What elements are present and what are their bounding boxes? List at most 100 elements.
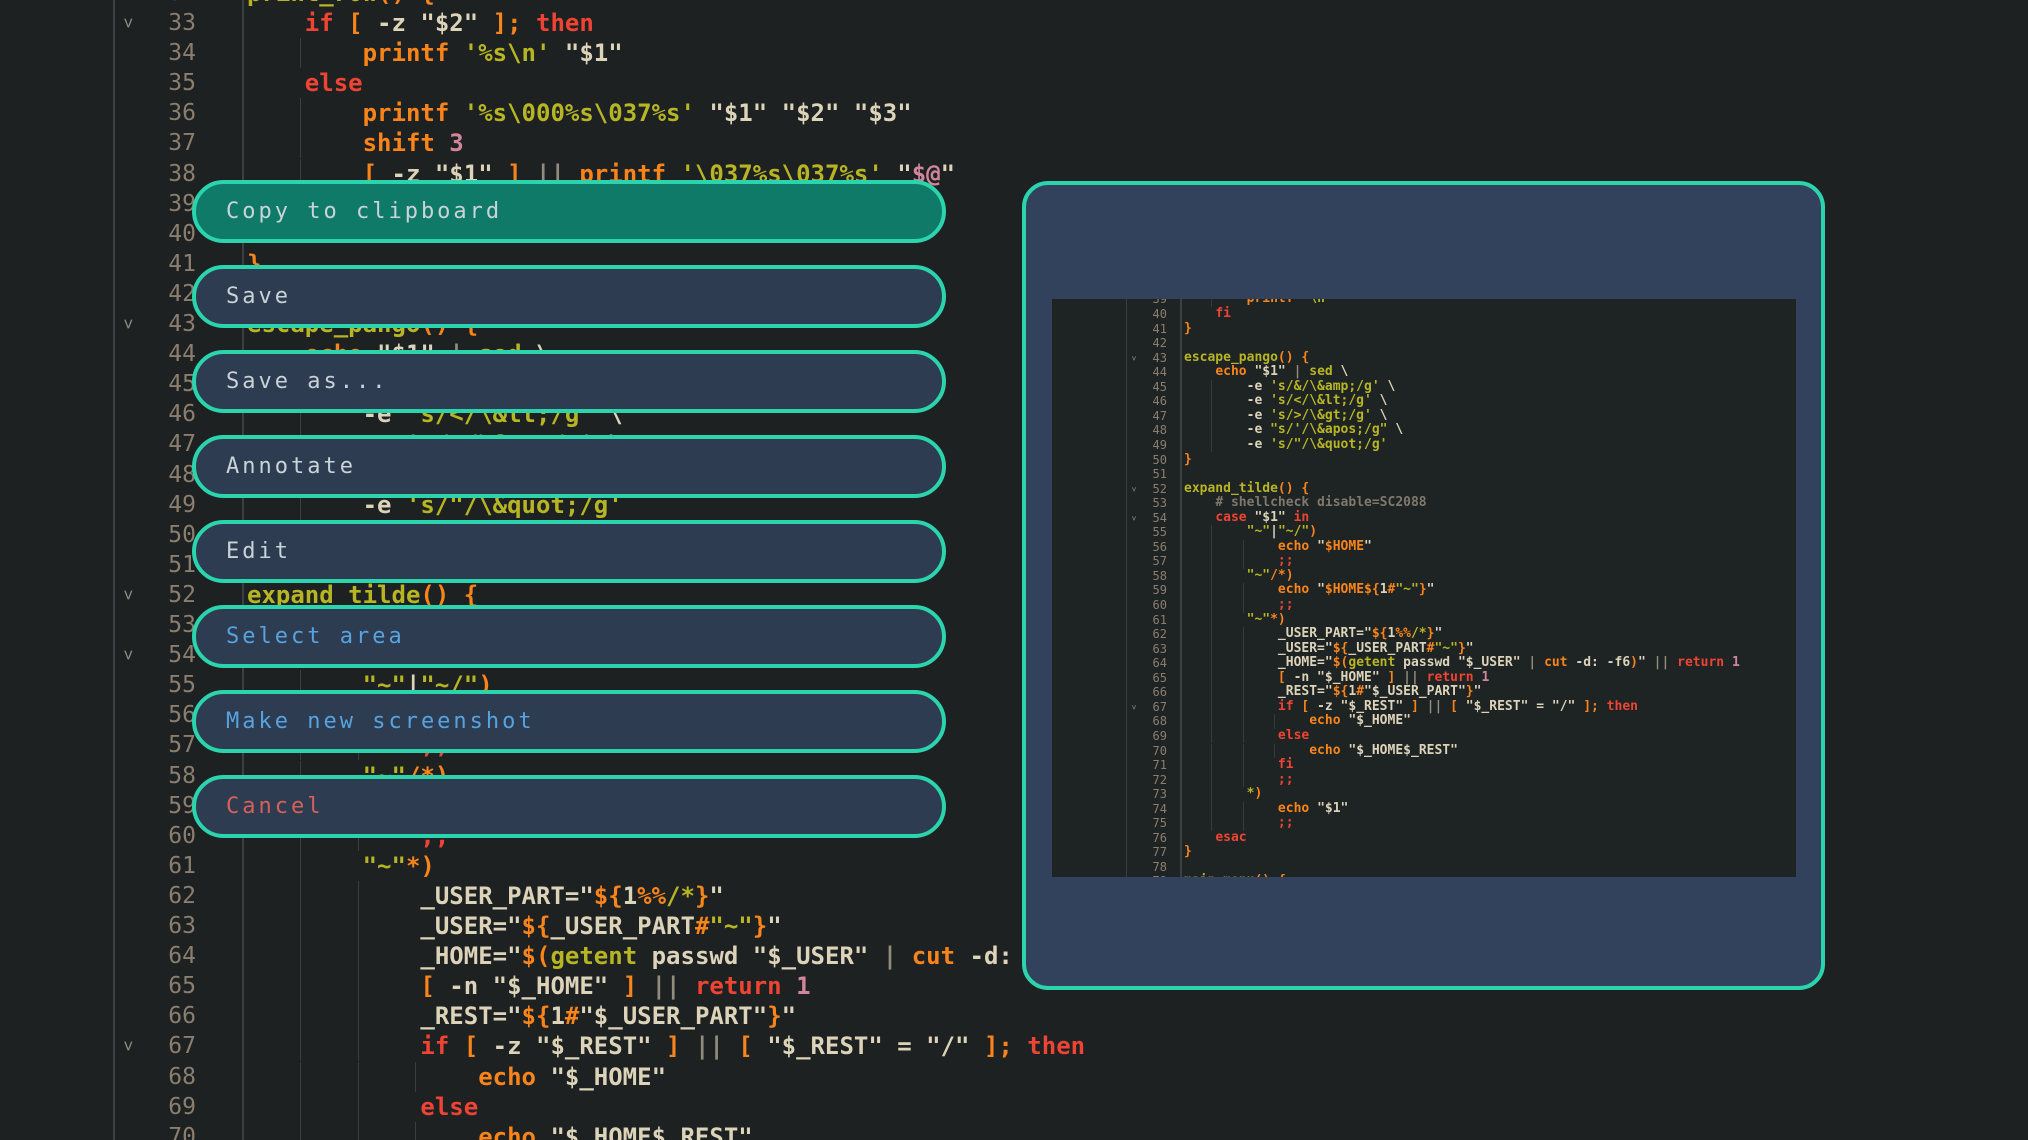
line-number: 64 <box>138 941 196 971</box>
line-number: 47 <box>1110 409 1167 424</box>
line-number: 50 <box>138 520 196 550</box>
code-line: 68 echo "$_HOME" <box>1052 714 1796 729</box>
code-text: else <box>247 68 363 98</box>
line-number: 63 <box>1110 642 1167 657</box>
code-line: 48 -e "s/'/\&apos;/g" \ <box>1052 423 1796 438</box>
line-number: 62 <box>138 881 196 911</box>
line-number: 51 <box>1110 467 1167 482</box>
line-number: 46 <box>138 399 196 429</box>
line-number: 68 <box>138 1062 196 1092</box>
code-text: "~"/*) <box>1184 569 1294 584</box>
line-number: 40 <box>1110 307 1167 322</box>
code-text: case "$1" in <box>1184 511 1309 526</box>
code-text: echo "$1" | sed \ <box>1184 365 1348 380</box>
code-text: main_menu() { <box>1184 874 1286 877</box>
line-number: 61 <box>1110 613 1167 628</box>
line-number: 78 <box>1110 860 1167 875</box>
line-number: 59 <box>1110 583 1167 598</box>
menu-item-annotate[interactable]: Annotate <box>192 435 946 498</box>
menu-item-save-as[interactable]: Save as... <box>192 350 946 413</box>
line-number: 71 <box>1110 758 1167 773</box>
line-number: 55 <box>138 670 196 700</box>
code-text: echo "$_HOME" <box>247 1062 666 1092</box>
line-number: 43 <box>1110 351 1167 366</box>
code-line: 41} <box>1052 322 1796 337</box>
code-text: -e 's/"/\&quot;/g' <box>1184 438 1388 453</box>
code-line: 65 [ -n "$_HOME" ] || return 1 <box>1052 671 1796 686</box>
editor-left-edge-line <box>113 0 115 1140</box>
screenshot-preview-panel: 39 printf '\n'40 fi41}42>43escape_pango(… <box>1022 181 1825 990</box>
code-line: 49 -e 's/"/\&quot;/g' <box>1052 438 1796 453</box>
code-text: # shellcheck disable=SC2088 <box>1184 496 1427 511</box>
screenshot-thumbnail: 39 printf '\n'40 fi41}42>43escape_pango(… <box>1052 299 1796 877</box>
line-number: 42 <box>1110 336 1167 351</box>
code-line: 32print_row() { <box>0 0 2028 8</box>
code-text: else <box>1184 729 1309 744</box>
code-line: 61 "~"*) <box>1052 613 1796 628</box>
thumbnail-code: 39 printf '\n'40 fi41}42>43escape_pango(… <box>1052 299 1796 877</box>
line-number: 62 <box>1110 627 1167 642</box>
code-line: 53 # shellcheck disable=SC2088 <box>1052 496 1796 511</box>
line-number: 53 <box>138 610 196 640</box>
code-text: "~"|"~/") <box>1184 525 1317 540</box>
code-line: 62 _USER_PART="${1%%/*}" <box>1052 627 1796 642</box>
line-number: 79 <box>1110 874 1167 877</box>
menu-item-copy-to-clipboard[interactable]: Copy to clipboard <box>192 180 946 243</box>
code-line: 36 printf '%s\000%s\037%s' "$1" "$2" "$3… <box>0 98 2028 128</box>
code-line: 77} <box>1052 845 1796 860</box>
code-text: -e "s/'/\&apos;/g" \ <box>1184 423 1403 438</box>
line-number: 56 <box>138 700 196 730</box>
menu-item-edit[interactable]: Edit <box>192 520 946 583</box>
line-number: 51 <box>138 550 196 580</box>
menu-item-select-area[interactable]: Select area <box>192 605 946 668</box>
line-number: 44 <box>138 339 196 369</box>
code-line: 76 esac <box>1052 831 1796 846</box>
code-text: shift 3 <box>247 128 464 158</box>
code-text: -e 's/>/\&gt;/g' \ <box>1184 409 1388 424</box>
code-line: 34 printf '%s\n' "$1" <box>0 38 2028 68</box>
code-text: echo "$1" <box>1184 802 1348 817</box>
line-number: 68 <box>1110 714 1167 729</box>
menu-item-save[interactable]: Save <box>192 265 946 328</box>
line-number: 77 <box>1110 845 1167 860</box>
menu-item-cancel[interactable]: Cancel <box>192 775 946 838</box>
line-number: 65 <box>138 971 196 1001</box>
line-number: 47 <box>138 429 196 459</box>
code-line: >52expand_tilde() { <box>1052 482 1796 497</box>
line-number: 41 <box>138 249 196 279</box>
line-number: 55 <box>1110 525 1167 540</box>
line-number: 73 <box>1110 787 1167 802</box>
line-number: 48 <box>138 460 196 490</box>
code-text: echo "$_HOME$_REST" <box>247 1122 753 1140</box>
code-text: "~"*) <box>1184 613 1286 628</box>
code-text: printf '%s\n' "$1" <box>247 38 623 68</box>
line-number: 39 <box>138 189 196 219</box>
code-text: ;; <box>1184 773 1294 788</box>
line-number: 49 <box>1110 438 1167 453</box>
code-text: expand_tilde() { <box>1184 482 1309 497</box>
line-number: 66 <box>1110 685 1167 700</box>
code-line: 50} <box>1052 453 1796 468</box>
line-number: 48 <box>1110 423 1167 438</box>
code-text: "~"*) <box>247 851 435 881</box>
code-line: 63 _USER="${_USER_PART#"~"}" <box>1052 642 1796 657</box>
line-number: 67 <box>138 1031 196 1061</box>
code-line: 47 -e 's/>/\&gt;/g' \ <box>1052 409 1796 424</box>
line-number: 54 <box>1110 511 1167 526</box>
code-line: 69 else <box>0 1092 2028 1122</box>
code-text: } <box>1184 845 1192 860</box>
line-number: 42 <box>138 279 196 309</box>
code-line: 44 echo "$1" | sed \ <box>1052 365 1796 380</box>
code-text: if [ -z "$2" ]; then <box>247 8 594 38</box>
line-number: 69 <box>1110 729 1167 744</box>
menu-item-make-new-screenshot[interactable]: Make new screenshot <box>192 690 946 753</box>
code-line: 72 ;; <box>1052 773 1796 788</box>
code-text: [ -n "$_HOME" ] || return 1 <box>1184 671 1489 686</box>
code-text: _USER="${_USER_PART#"~"}" <box>1184 642 1474 657</box>
code-line: 68 echo "$_HOME" <box>0 1062 2028 1092</box>
line-number: 66 <box>138 1001 196 1031</box>
line-number: 58 <box>138 761 196 791</box>
code-text: ;; <box>1184 816 1294 831</box>
line-number: 49 <box>138 490 196 520</box>
code-line: >54 case "$1" in <box>1052 511 1796 526</box>
